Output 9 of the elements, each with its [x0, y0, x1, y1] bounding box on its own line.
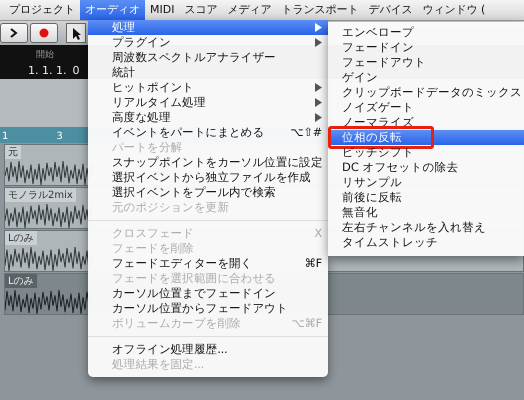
event-label: 元: [5, 145, 21, 159]
display-value: 0: [72, 64, 80, 77]
event-label: Lのみ: [5, 231, 37, 245]
ruler-number: 1: [2, 131, 8, 143]
event-label: Lのみ: [5, 274, 37, 288]
event-label: モノラル2mix: [5, 188, 76, 202]
ruler-number: 3: [56, 131, 63, 143]
display-label: 開始: [36, 49, 54, 61]
display-value: 1. 1. 1.: [28, 64, 66, 77]
